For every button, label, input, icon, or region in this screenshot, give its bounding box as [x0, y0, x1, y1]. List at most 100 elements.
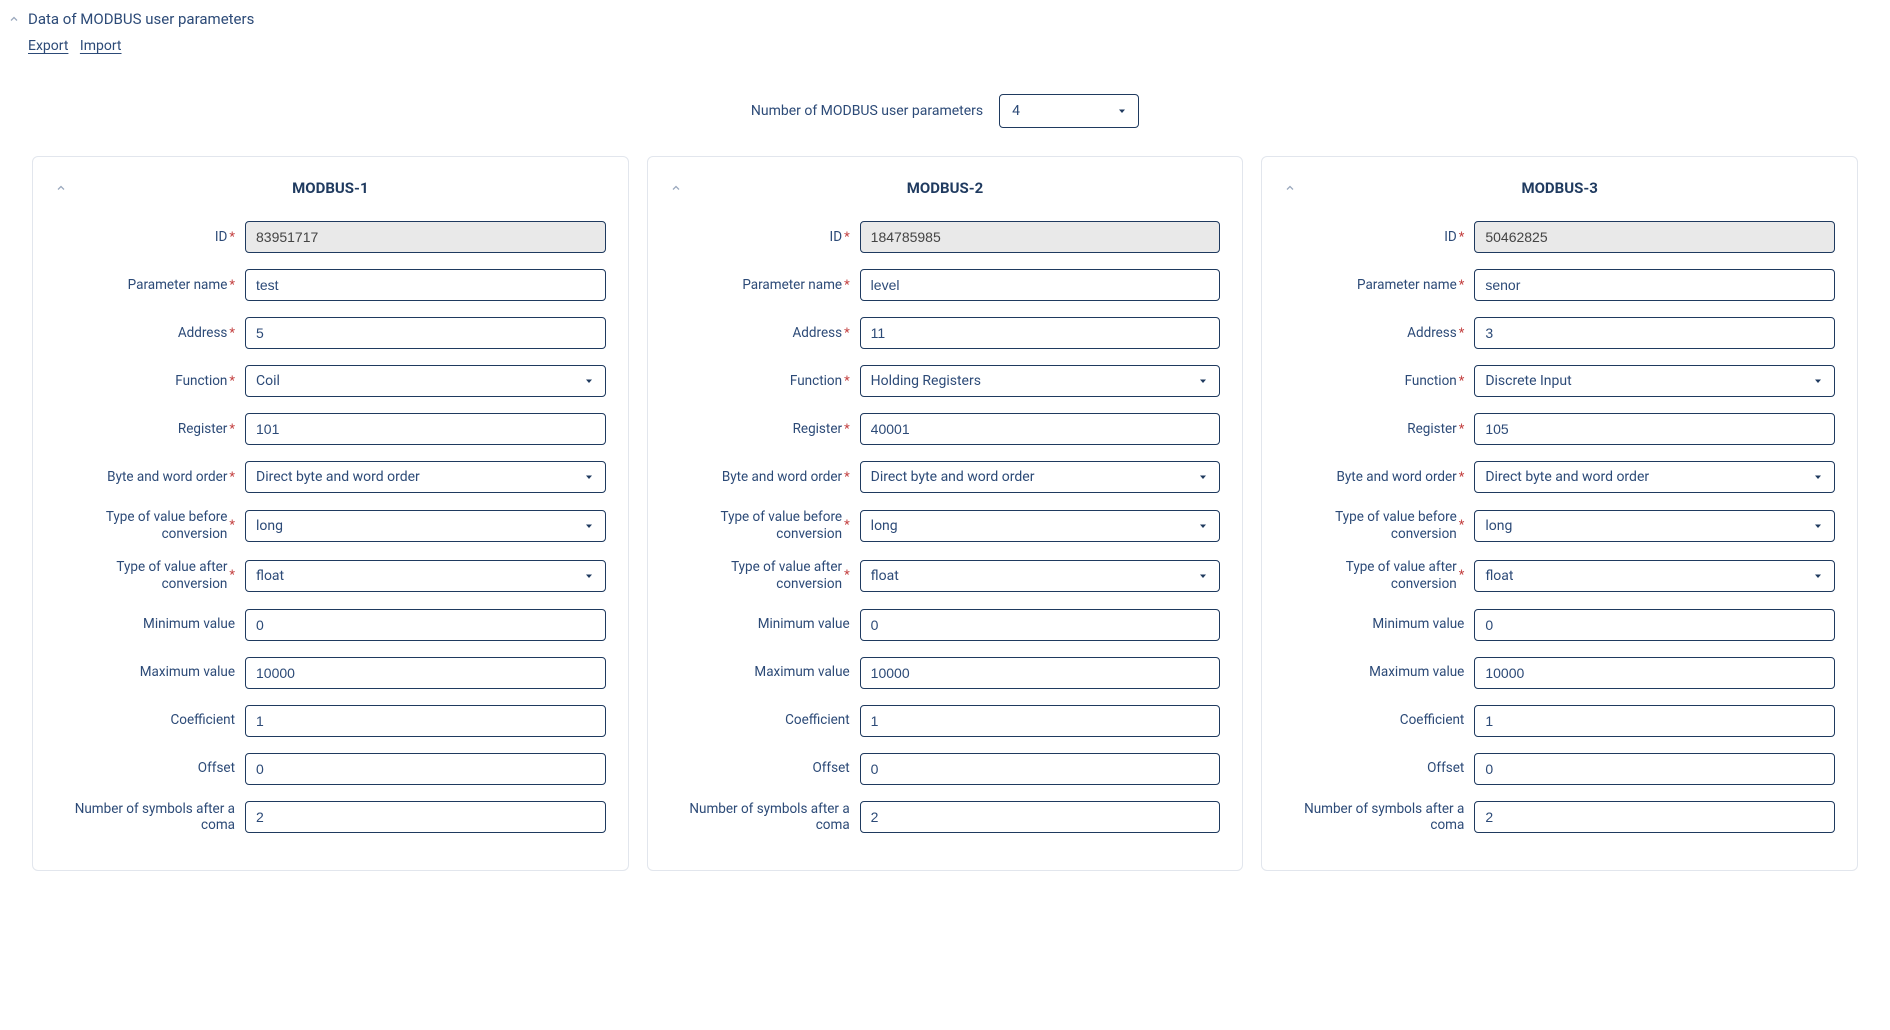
function-value: Holding Registers [871, 373, 981, 389]
maximum-value-label-wrap: Maximum value [55, 664, 235, 681]
maximum-value-field: Maximum value [1284, 657, 1835, 689]
header-actions: Export Import [0, 32, 1890, 54]
type-before-label-wrap: Type of value before conversion* [670, 509, 850, 543]
required-asterisk: * [229, 471, 235, 484]
function-select[interactable]: Coil [245, 365, 606, 397]
symbols-after-coma-label: Number of symbols after a coma [670, 801, 850, 835]
type-after-select[interactable]: float [860, 560, 1221, 592]
byte-word-order-value: Direct byte and word order [256, 469, 420, 485]
parameter-count-select[interactable]: 4 [999, 94, 1139, 128]
byte-word-order-select[interactable]: Direct byte and word order [245, 461, 606, 493]
required-asterisk: * [1459, 375, 1465, 388]
offset-label: Offset [1427, 760, 1464, 777]
offset-label: Offset [198, 760, 235, 777]
offset-input[interactable] [245, 753, 606, 785]
maximum-value-input[interactable] [860, 657, 1221, 689]
minimum-value-field: Minimum value [55, 609, 606, 641]
address-label-wrap: Address* [670, 325, 850, 342]
coefficient-label-wrap: Coefficient [670, 712, 850, 729]
minimum-value-input[interactable] [1474, 609, 1835, 641]
type-before-label-wrap: Type of value before conversion* [1284, 509, 1464, 543]
offset-input[interactable] [860, 753, 1221, 785]
type-before-select[interactable]: long [860, 510, 1221, 542]
parameter-name-input[interactable] [860, 269, 1221, 301]
parameter-name-label-wrap: Parameter name* [670, 277, 850, 294]
symbols-after-coma-input[interactable] [860, 801, 1221, 833]
required-asterisk: * [1459, 327, 1465, 340]
minimum-value-label: Minimum value [143, 616, 235, 633]
import-link[interactable]: Import [80, 38, 122, 54]
function-select[interactable]: Holding Registers [860, 365, 1221, 397]
chevron-up-icon[interactable] [1284, 182, 1296, 194]
type-after-field: Type of value after conversion* float [55, 559, 606, 593]
caret-down-icon [583, 471, 595, 483]
card-title: MODBUS-3 [1521, 179, 1597, 197]
id-label-wrap: ID* [670, 229, 850, 246]
required-asterisk: * [229, 327, 235, 340]
id-input [860, 221, 1221, 253]
parameter-name-input[interactable] [1474, 269, 1835, 301]
byte-word-order-label-wrap: Byte and word order* [55, 469, 235, 486]
address-input[interactable] [245, 317, 606, 349]
minimum-value-label: Minimum value [1372, 616, 1464, 633]
symbols-after-coma-input[interactable] [1474, 801, 1835, 833]
register-input[interactable] [1474, 413, 1835, 445]
maximum-value-input[interactable] [245, 657, 606, 689]
byte-word-order-label-wrap: Byte and word order* [1284, 469, 1464, 486]
type-after-value: float [871, 568, 899, 584]
caret-down-icon [1812, 570, 1824, 582]
required-asterisk: * [229, 519, 235, 532]
register-label-wrap: Register* [670, 421, 850, 438]
type-after-value: float [256, 568, 284, 584]
symbols-after-coma-input[interactable] [245, 801, 606, 833]
minimum-value-label-wrap: Minimum value [1284, 616, 1464, 633]
maximum-value-label: Maximum value [140, 664, 235, 681]
maximum-value-field: Maximum value [55, 657, 606, 689]
register-field: Register* [670, 413, 1221, 445]
register-input[interactable] [860, 413, 1221, 445]
coefficient-input[interactable] [245, 705, 606, 737]
offset-input[interactable] [1474, 753, 1835, 785]
coefficient-field: Coefficient [55, 705, 606, 737]
type-after-select[interactable]: float [245, 560, 606, 592]
section-header[interactable]: Data of MODBUS user parameters [0, 6, 1890, 32]
card-header: MODBUS-3 [1284, 179, 1835, 197]
type-after-label-wrap: Type of value after conversion* [55, 559, 235, 593]
minimum-value-field: Minimum value [670, 609, 1221, 641]
type-after-select[interactable]: float [1474, 560, 1835, 592]
type-after-field: Type of value after conversion* float [670, 559, 1221, 593]
chevron-up-icon[interactable] [55, 182, 67, 194]
minimum-value-label-wrap: Minimum value [55, 616, 235, 633]
function-value: Coil [256, 373, 280, 389]
maximum-value-input[interactable] [1474, 657, 1835, 689]
required-asterisk: * [844, 569, 850, 582]
coefficient-input[interactable] [1474, 705, 1835, 737]
parameter-name-field: Parameter name* [55, 269, 606, 301]
function-select[interactable]: Discrete Input [1474, 365, 1835, 397]
type-before-select[interactable]: long [245, 510, 606, 542]
address-input[interactable] [1474, 317, 1835, 349]
address-field: Address* [670, 317, 1221, 349]
register-field: Register* [55, 413, 606, 445]
offset-field: Offset [1284, 753, 1835, 785]
type-after-value: float [1485, 568, 1513, 584]
minimum-value-input[interactable] [245, 609, 606, 641]
parameter-name-input[interactable] [245, 269, 606, 301]
byte-word-order-value: Direct byte and word order [1485, 469, 1649, 485]
type-before-label: Type of value before conversion [1284, 509, 1456, 543]
export-link[interactable]: Export [28, 38, 68, 54]
coefficient-input[interactable] [860, 705, 1221, 737]
byte-word-order-select[interactable]: Direct byte and word order [860, 461, 1221, 493]
coefficient-label: Coefficient [785, 712, 850, 729]
id-input [245, 221, 606, 253]
minimum-value-input[interactable] [860, 609, 1221, 641]
address-input[interactable] [860, 317, 1221, 349]
byte-word-order-select[interactable]: Direct byte and word order [1474, 461, 1835, 493]
type-after-label-wrap: Type of value after conversion* [670, 559, 850, 593]
coefficient-label-wrap: Coefficient [1284, 712, 1464, 729]
offset-label-wrap: Offset [55, 760, 235, 777]
caret-down-icon [1116, 105, 1128, 117]
type-before-select[interactable]: long [1474, 510, 1835, 542]
register-input[interactable] [245, 413, 606, 445]
chevron-up-icon[interactable] [670, 182, 682, 194]
